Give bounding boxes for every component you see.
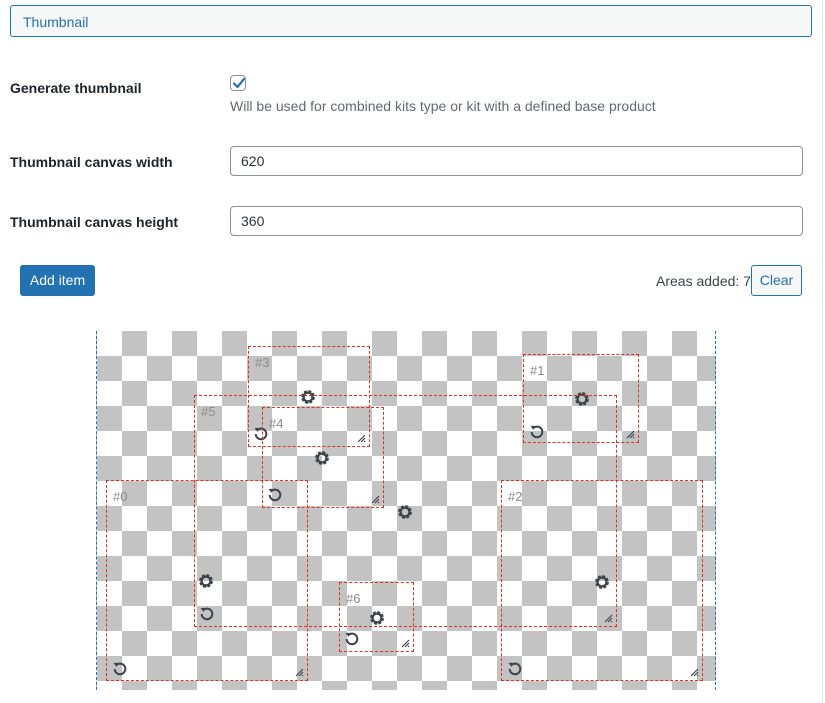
area-6[interactable]: #6	[339, 582, 414, 652]
thumbnail-canvas[interactable]: #0 #1 #2 #3 #4 #5 #6	[96, 331, 716, 690]
rotate-icon[interactable]	[112, 661, 128, 677]
generate-thumbnail-checkbox[interactable]	[230, 75, 246, 91]
clear-button[interactable]: Clear	[751, 265, 802, 296]
gear-icon[interactable]	[197, 572, 215, 590]
resize-handle-icon[interactable]	[626, 430, 635, 439]
area-label: #5	[201, 404, 216, 419]
area-label: #6	[346, 591, 361, 606]
add-item-button[interactable]: Add item	[20, 265, 95, 296]
thumbnail-tab[interactable]: Thumbnail	[10, 5, 812, 37]
area-label: #3	[255, 355, 270, 370]
resize-handle-icon[interactable]	[690, 668, 699, 677]
resize-handle-icon[interactable]	[295, 668, 304, 677]
canvas-width-label: Thumbnail canvas width	[10, 154, 173, 170]
generate-thumbnail-hint: Will be used for combined kits type or k…	[230, 98, 656, 114]
area-label: #1	[530, 363, 545, 378]
rotate-icon[interactable]	[199, 606, 215, 622]
canvas-height-label: Thumbnail canvas height	[10, 214, 179, 230]
checkmark-icon	[232, 77, 246, 89]
gear-icon[interactable]	[368, 609, 386, 627]
resize-handle-icon[interactable]	[401, 639, 410, 648]
canvas-width-input[interactable]: 620	[230, 146, 803, 176]
rotate-icon[interactable]	[507, 661, 523, 677]
gear-icon[interactable]	[396, 503, 414, 521]
scrollbar-edge	[822, 0, 823, 703]
rotate-icon[interactable]	[344, 631, 360, 647]
generate-thumbnail-label: Generate thumbnail	[10, 80, 142, 96]
areas-count: Areas added: 7	[656, 273, 751, 289]
resize-handle-icon[interactable]	[604, 614, 613, 623]
area-label: #0	[113, 489, 128, 504]
canvas-height-input[interactable]: 360	[230, 206, 803, 236]
